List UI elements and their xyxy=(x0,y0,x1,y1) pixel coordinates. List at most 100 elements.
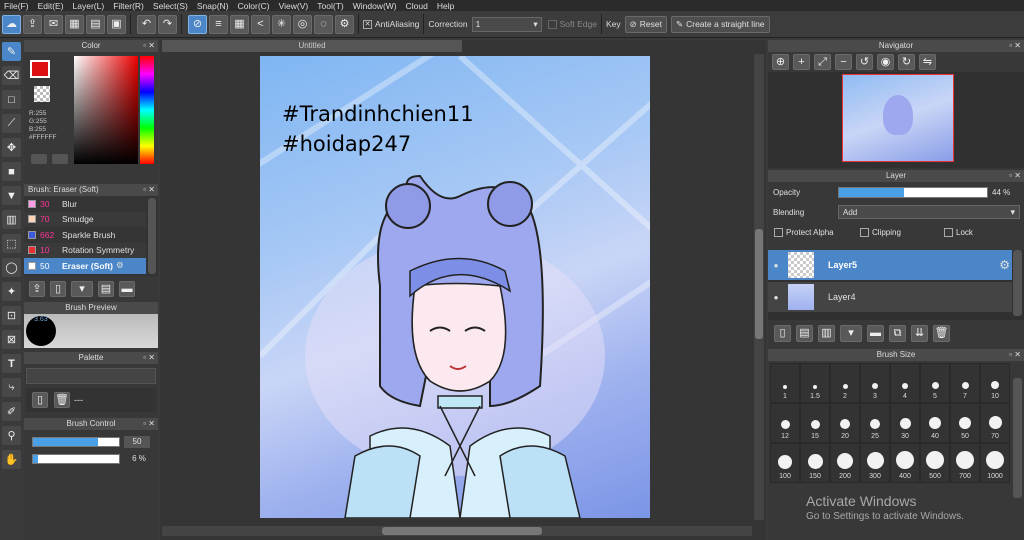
undo-icon[interactable]: ↶ xyxy=(137,14,156,34)
brush-list-item[interactable]: 30 Blur xyxy=(24,196,146,212)
brush-size-cell[interactable]: 25 xyxy=(860,403,890,443)
brush-size-value[interactable]: 50 xyxy=(124,436,150,448)
close-icon[interactable]: ▫ ✕ xyxy=(1009,170,1021,182)
grid-icon[interactable]: ▦ xyxy=(65,14,84,34)
cloud-icon[interactable]: ☁ xyxy=(2,14,21,34)
duplicate-layer-icon[interactable]: ⧉ xyxy=(889,324,906,342)
brush-size-slider[interactable] xyxy=(32,437,120,447)
menu-cloud[interactable]: Cloud xyxy=(402,1,433,11)
close-icon[interactable]: ▫ ✕ xyxy=(143,40,155,52)
color-palette-button[interactable] xyxy=(52,154,68,164)
antialiasing-toggle[interactable]: ✕ AntiAliasing xyxy=(363,19,419,29)
palette-delete-icon[interactable]: 🗑 xyxy=(54,392,70,408)
grid-snap-icon[interactable]: ▦ xyxy=(230,14,249,34)
flip-icon[interactable]: ⇋ xyxy=(919,54,936,70)
navigator-preview[interactable] xyxy=(768,72,1024,168)
perspective-snap-icon[interactable]: < xyxy=(251,14,270,34)
brush-upload-icon[interactable]: ⇪ xyxy=(29,281,45,297)
brush-size-cell[interactable]: 500 xyxy=(920,443,950,483)
close-icon[interactable]: ▫ ✕ xyxy=(143,352,155,364)
blending-select[interactable]: Add ▾ xyxy=(838,205,1020,219)
brush-size-cell[interactable]: 100 xyxy=(770,443,800,483)
background-color-swatch[interactable] xyxy=(34,86,50,102)
brush-list-item[interactable]: 662 Sparkle Brush xyxy=(24,227,146,243)
rotate-right-icon[interactable]: ↻ xyxy=(898,54,915,70)
settings-gear-icon[interactable]: ⚙ xyxy=(335,14,354,34)
hue-slider[interactable] xyxy=(140,56,154,164)
brush-size-cell[interactable]: 50 xyxy=(950,403,980,443)
brush-add-icon[interactable]: ▾ xyxy=(71,281,93,297)
layer-visibility-icon[interactable]: ● xyxy=(768,261,784,270)
menu-snap[interactable]: Snap(N) xyxy=(193,1,234,11)
brush-size-cell[interactable]: 20 xyxy=(830,403,860,443)
brush-new-icon[interactable]: ▯ xyxy=(50,281,66,297)
brush-size-cell[interactable]: 12 xyxy=(770,403,800,443)
brush-settings-gear-icon[interactable]: ⚙ xyxy=(116,260,124,271)
brush-size-cell[interactable]: 1.5 xyxy=(800,363,830,403)
brush-size-cell[interactable]: 15 xyxy=(800,403,830,443)
move-tool-icon[interactable]: ✥ xyxy=(2,138,21,157)
menu-help[interactable]: Help xyxy=(433,1,459,11)
brush-size-cell[interactable]: 30 xyxy=(890,403,920,443)
new-layer-icon[interactable]: ▯ xyxy=(774,324,791,342)
text-tool-icon[interactable]: T xyxy=(2,354,21,373)
brush-size-cell[interactable]: 150 xyxy=(800,443,830,483)
layer-row[interactable]: ● Layer5 ⚙ xyxy=(768,250,1012,280)
horizontal-scrollbar[interactable] xyxy=(162,526,752,536)
vertical-scrollbar[interactable] xyxy=(754,54,764,520)
concentric-snap-icon[interactable]: ◎ xyxy=(293,14,312,34)
menu-filter[interactable]: Filter(R) xyxy=(109,1,149,11)
palette-swatches[interactable] xyxy=(26,368,156,384)
brush-copy-icon[interactable]: ▤ xyxy=(98,281,114,297)
brush-list-item[interactable]: 50 Eraser (Soft) ⚙ xyxy=(24,258,146,274)
reset-button[interactable]: ⊘ Reset xyxy=(624,15,667,33)
brush-size-cell[interactable]: 70 xyxy=(980,403,1010,443)
brush-size-cell[interactable]: 300 xyxy=(860,443,890,483)
fill-rect-tool-icon[interactable]: ■ xyxy=(2,162,21,181)
menu-file[interactable]: File(F) xyxy=(0,1,34,11)
color-mode-button[interactable] xyxy=(31,154,47,164)
lock-checkbox[interactable] xyxy=(944,228,953,237)
zoom-out-icon[interactable]: − xyxy=(835,54,852,70)
line-tool-icon[interactable]: ⟋ xyxy=(2,114,21,133)
select-eraser-tool-icon[interactable]: ⊠ xyxy=(2,330,21,349)
menu-tool[interactable]: Tool(T) xyxy=(313,1,348,11)
snap-off-icon[interactable]: ⊘ xyxy=(188,14,207,34)
straight-line-button[interactable]: ✎ Create a straight line xyxy=(670,15,770,33)
foreground-color-swatch[interactable] xyxy=(30,60,50,78)
share-icon[interactable]: ⇪ xyxy=(23,14,42,34)
brush-size-cell[interactable]: 1000 xyxy=(980,443,1010,483)
brush-size-cell[interactable]: 400 xyxy=(890,443,920,483)
gradient-tool-icon[interactable]: ▥ xyxy=(2,210,21,229)
brush-opacity-slider[interactable] xyxy=(32,454,120,464)
menu-color[interactable]: Color(C) xyxy=(234,1,275,11)
select-pen-tool-icon[interactable]: ⊡ xyxy=(2,306,21,325)
eraser-tool-icon[interactable]: ⌫ xyxy=(2,66,21,85)
shape-tool-icon[interactable]: □ xyxy=(2,90,21,109)
clipping-checkbox[interactable] xyxy=(860,228,869,237)
parallel-snap-icon[interactable]: ≡ xyxy=(209,14,228,34)
new-8bit-layer-icon[interactable]: ▥ xyxy=(818,324,835,342)
zoom-in-icon[interactable]: ⊕ xyxy=(772,54,789,70)
bucket-tool-icon[interactable]: ▼ xyxy=(2,186,21,205)
brush-size-scrollbar[interactable] xyxy=(1013,378,1022,498)
layer-list-scrollbar[interactable] xyxy=(1013,250,1022,316)
menu-view[interactable]: View(V) xyxy=(275,1,314,11)
horizontal-scrollbar-thumb[interactable] xyxy=(382,527,542,535)
delete-layer-icon[interactable]: 🗑 xyxy=(933,324,950,342)
layer-row[interactable]: ● Layer4 xyxy=(768,282,1012,312)
brush-tool-icon[interactable]: ✎ xyxy=(2,42,21,61)
reset-view-icon[interactable]: ◉ xyxy=(877,54,894,70)
select-rect-tool-icon[interactable]: ⬚ xyxy=(2,234,21,253)
lock-toggle[interactable]: Lock xyxy=(944,228,973,237)
brush-size-cell[interactable]: 1 xyxy=(770,363,800,403)
radial-snap-icon[interactable]: ✳ xyxy=(272,14,291,34)
brush-folder-icon[interactable]: ▬ xyxy=(119,281,135,297)
layer-opacity-slider[interactable] xyxy=(838,187,988,198)
layer-visibility-icon[interactable]: ● xyxy=(768,293,784,302)
brush-size-cell[interactable]: 40 xyxy=(920,403,950,443)
brush-size-cell[interactable]: 2 xyxy=(830,363,860,403)
brush-size-cell[interactable]: 200 xyxy=(830,443,860,483)
brush-size-cell[interactable]: 700 xyxy=(950,443,980,483)
palette-new-icon[interactable]: ▯ xyxy=(32,392,48,408)
